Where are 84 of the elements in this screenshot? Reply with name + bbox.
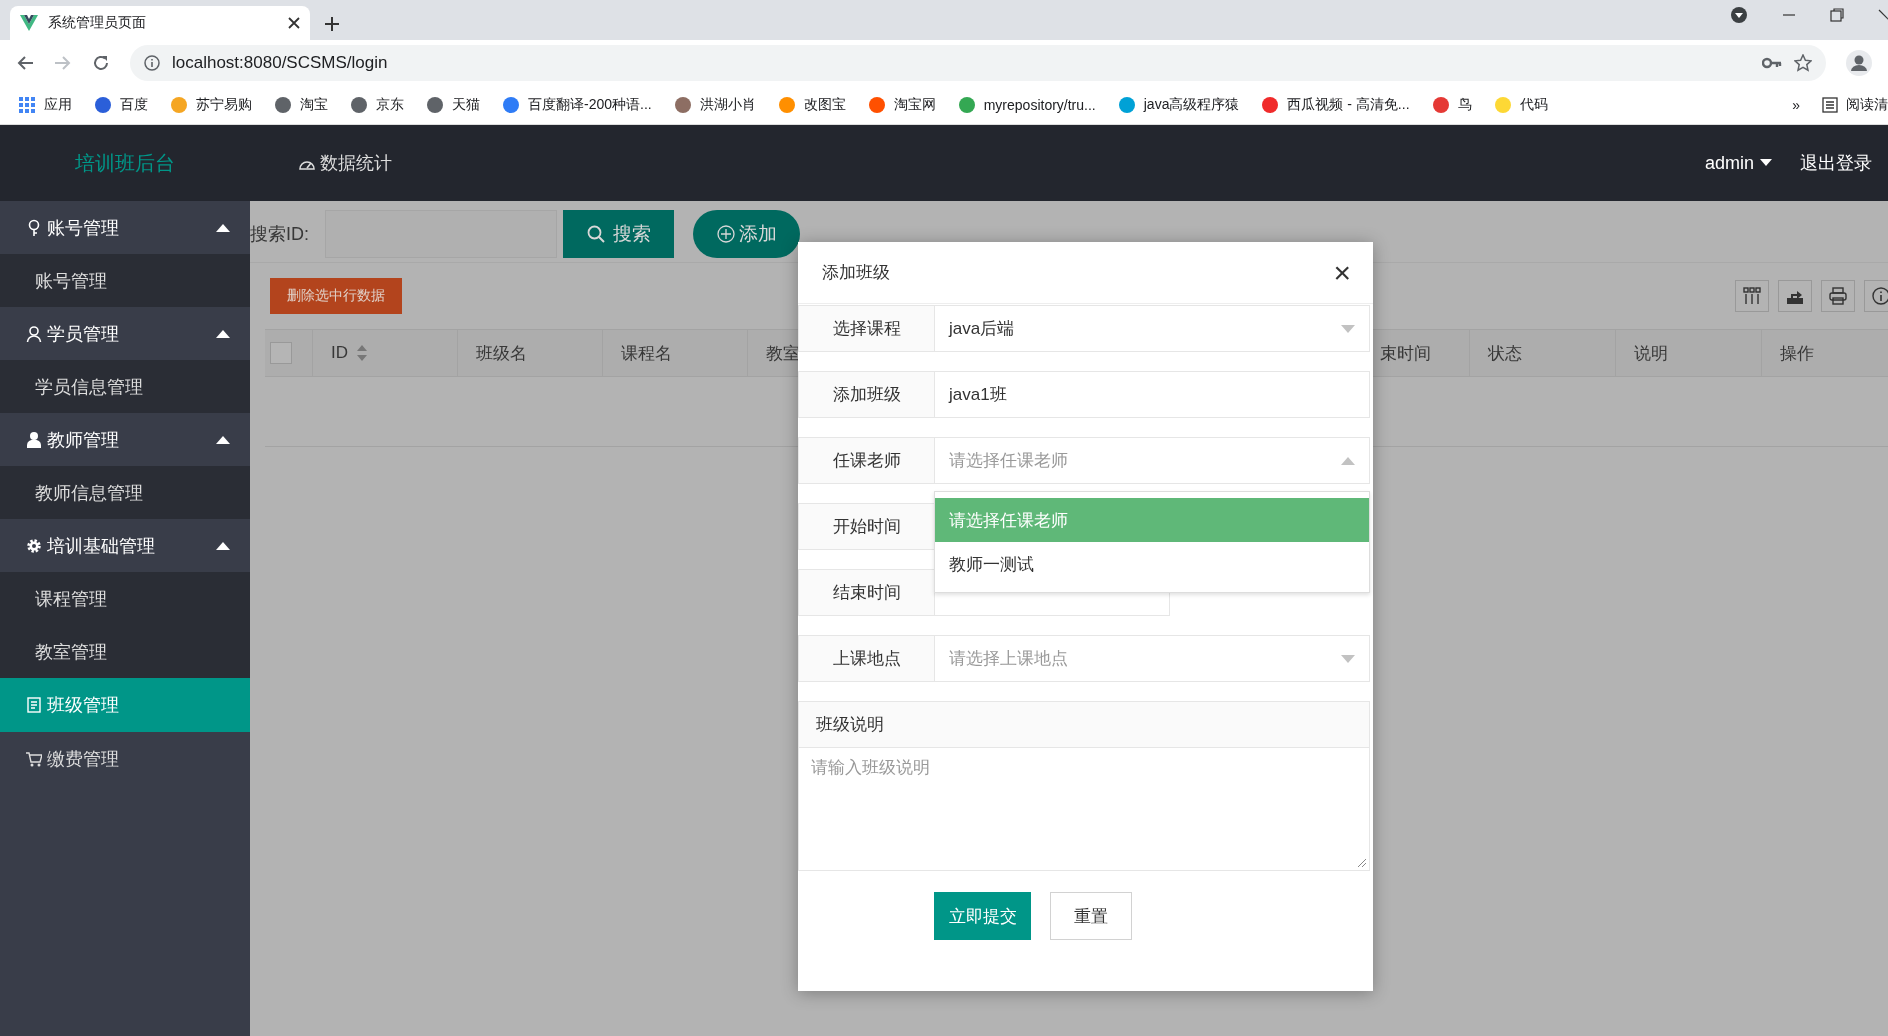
back-icon[interactable]: [16, 54, 34, 72]
reload-icon[interactable]: [92, 54, 110, 72]
bookmark[interactable]: 京东: [350, 96, 404, 114]
search-button[interactable]: 搜索: [563, 210, 674, 258]
sidebar-item[interactable]: 教师信息管理: [0, 466, 250, 519]
tab-title: 系统管理员页面: [48, 14, 147, 32]
bookmark[interactable]: myrepository/tru...: [957, 96, 1096, 114]
address-bar[interactable]: localhost:8080/SCSMS/login: [130, 45, 1826, 81]
nav-link[interactable]: 数据统计: [298, 151, 392, 175]
search-label: 搜索ID:: [250, 223, 310, 246]
bookmark[interactable]: 淘宝网: [867, 96, 936, 114]
reset-button[interactable]: 重置: [1050, 892, 1132, 940]
url-text: localhost:8080/SCSMS/login: [172, 53, 389, 73]
dropdown-option[interactable]: 教师一测试: [935, 542, 1369, 586]
sidebar-item[interactable]: 学员信息管理: [0, 360, 250, 413]
select-field[interactable]: java后端: [934, 305, 1370, 352]
field-label: 结束时间: [798, 569, 934, 616]
field-label: 任课老师: [798, 437, 934, 484]
caret-icon: [1760, 159, 1772, 167]
column-header: 操作: [1779, 342, 1815, 365]
profile-menu-icon[interactable]: [1730, 6, 1748, 24]
column-header: 课程名: [603, 330, 748, 376]
export-button[interactable]: [1778, 280, 1812, 312]
search-icon: [586, 225, 605, 243]
bookmark[interactable]: 鸟: [1431, 96, 1472, 114]
column-header[interactable]: ID: [313, 330, 458, 376]
document-icon: [26, 696, 42, 714]
info-button[interactable]: [1864, 280, 1888, 312]
add-button[interactable]: 添加: [693, 210, 800, 258]
sidebar-item[interactable]: 班级管理: [0, 678, 250, 732]
field-label: 班级说明: [798, 701, 1370, 748]
pin-icon: [26, 218, 42, 237]
reading-list[interactable]: 阅读清: [1822, 96, 1888, 114]
columns-icon: [1743, 287, 1761, 305]
avatar-icon[interactable]: [1846, 50, 1872, 76]
text-field[interactable]: java1班: [934, 371, 1370, 418]
column-header: 说明: [1616, 330, 1762, 376]
sidebar-item[interactable]: 教室管理: [0, 625, 250, 678]
cart-icon: [26, 750, 42, 768]
bookmark[interactable]: 代码: [1493, 96, 1548, 114]
print-button[interactable]: [1821, 280, 1855, 312]
bookmark[interactable]: 洪湖小肖: [673, 96, 756, 114]
gear-icon: [26, 536, 42, 555]
bookmark[interactable]: 天猫: [426, 96, 480, 114]
bookmark[interactable]: 西瓜视频 - 高清免...: [1261, 96, 1410, 114]
plus-circle-icon: [716, 225, 735, 243]
new-tab-icon[interactable]: [324, 16, 340, 32]
submit-button[interactable]: 立即提交: [934, 892, 1031, 940]
bookmark[interactable]: java高级程序猿: [1117, 96, 1240, 114]
browser-tab[interactable]: 系统管理员页面: [10, 6, 310, 40]
columns-button[interactable]: [1735, 280, 1769, 312]
key-icon[interactable]: [1762, 57, 1782, 69]
sidebar-item[interactable]: 账号管理: [0, 254, 250, 307]
restore-icon[interactable]: [1830, 8, 1844, 22]
info-icon: [144, 55, 160, 71]
checkbox[interactable]: [270, 342, 292, 364]
logo-text: 培训班后台: [74, 150, 176, 176]
user-menu[interactable]: admin: [1704, 152, 1772, 174]
more-bookmarks[interactable]: »: [1792, 97, 1800, 113]
resize-grip-icon: [1357, 858, 1367, 868]
star-icon[interactable]: [1794, 54, 1812, 72]
field-label: 上课地点: [798, 635, 934, 682]
field-label: 添加班级: [798, 371, 934, 418]
dialog-title: 添加班级: [822, 262, 891, 284]
bookmark[interactable]: 淘宝: [274, 96, 328, 114]
field-label: 开始时间: [798, 503, 934, 550]
logout-link[interactable]: 退出登录: [1800, 151, 1872, 175]
bookmark[interactable]: 百度: [94, 96, 148, 114]
field-label: 选择课程: [798, 305, 934, 352]
print-icon: [1829, 287, 1847, 305]
column-header: 状态: [1470, 330, 1616, 376]
bookmark[interactable]: 应用: [18, 96, 72, 114]
info-icon: [1872, 287, 1888, 305]
bookmark[interactable]: 改图宝: [777, 96, 846, 114]
person-icon: [26, 324, 42, 343]
delete-selected-button[interactable]: 删除选中行数据: [270, 278, 402, 314]
v-logo-icon: [20, 15, 38, 31]
bookmark[interactable]: 苏宁易购: [170, 96, 252, 114]
column-header: 班级名: [458, 330, 603, 376]
sidebar-item[interactable]: 课程管理: [0, 572, 250, 625]
bookmark[interactable]: 百度翻译-200种语...: [502, 96, 652, 114]
person-icon: [26, 430, 42, 449]
close-button[interactable]: ×: [1333, 257, 1351, 288]
list-icon: [1822, 97, 1838, 113]
